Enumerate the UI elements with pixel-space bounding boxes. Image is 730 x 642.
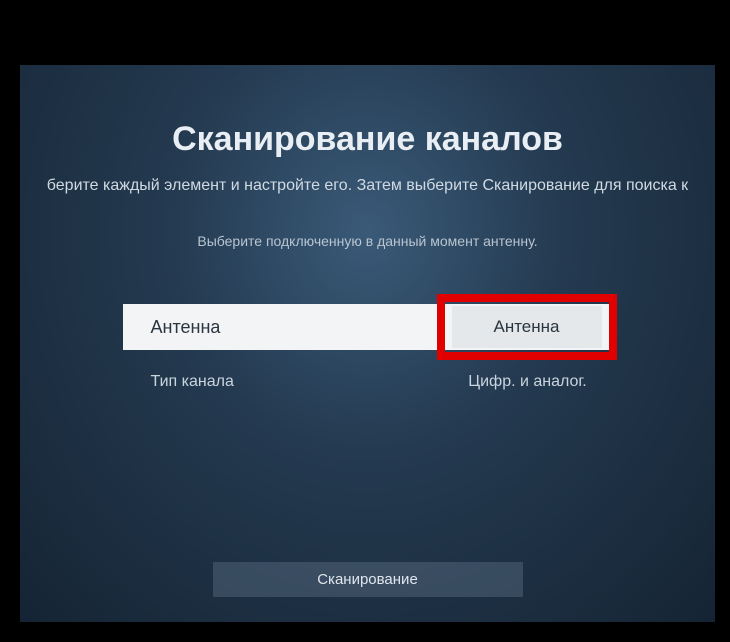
scan-button[interactable]: Сканирование [213,562,523,597]
channel-type-value: Цифр. и аналог. [443,373,613,391]
antenna-value[interactable]: Антенна [452,306,602,348]
highlight-marker: Антенна [437,294,617,360]
tv-bezel-right [715,0,730,642]
channel-type-setting-row[interactable]: Тип канала Цифр. и аналог. [123,362,613,402]
scan-channels-screen: Сканирование каналов берите каждый элеме… [20,65,715,622]
tv-bezel-bottom [0,622,730,642]
tv-bezel-top [0,0,730,65]
tv-bezel-left [0,0,20,642]
channel-type-label: Тип канала [123,362,443,402]
instruction-text: Выберите подключенную в данный момент ан… [197,233,537,249]
page-title: Сканирование каналов [172,120,563,159]
settings-list: Антенна Антенна Тип канала Цифр. и анало… [20,304,715,414]
page-subtitle: берите каждый элемент и настройте его. З… [47,177,688,195]
antenna-setting-row[interactable]: Антенна Антенна [123,304,613,350]
